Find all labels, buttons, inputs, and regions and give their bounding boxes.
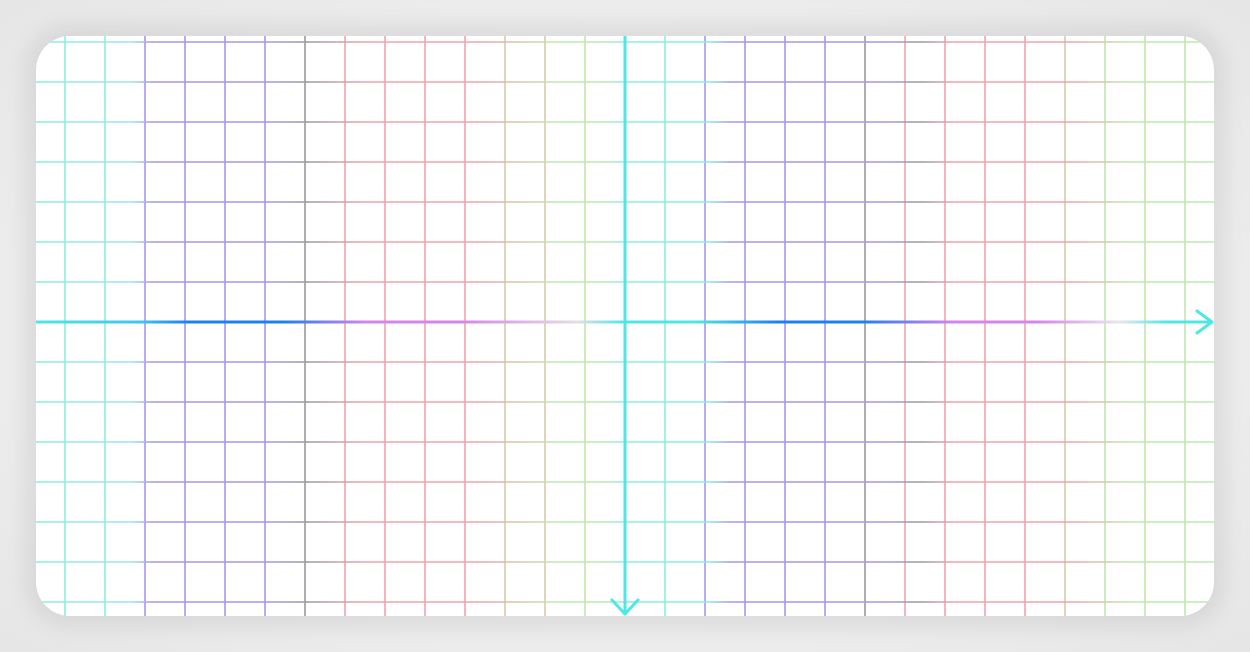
graph-paper [36, 36, 1214, 616]
graph-paper-card [36, 36, 1214, 616]
